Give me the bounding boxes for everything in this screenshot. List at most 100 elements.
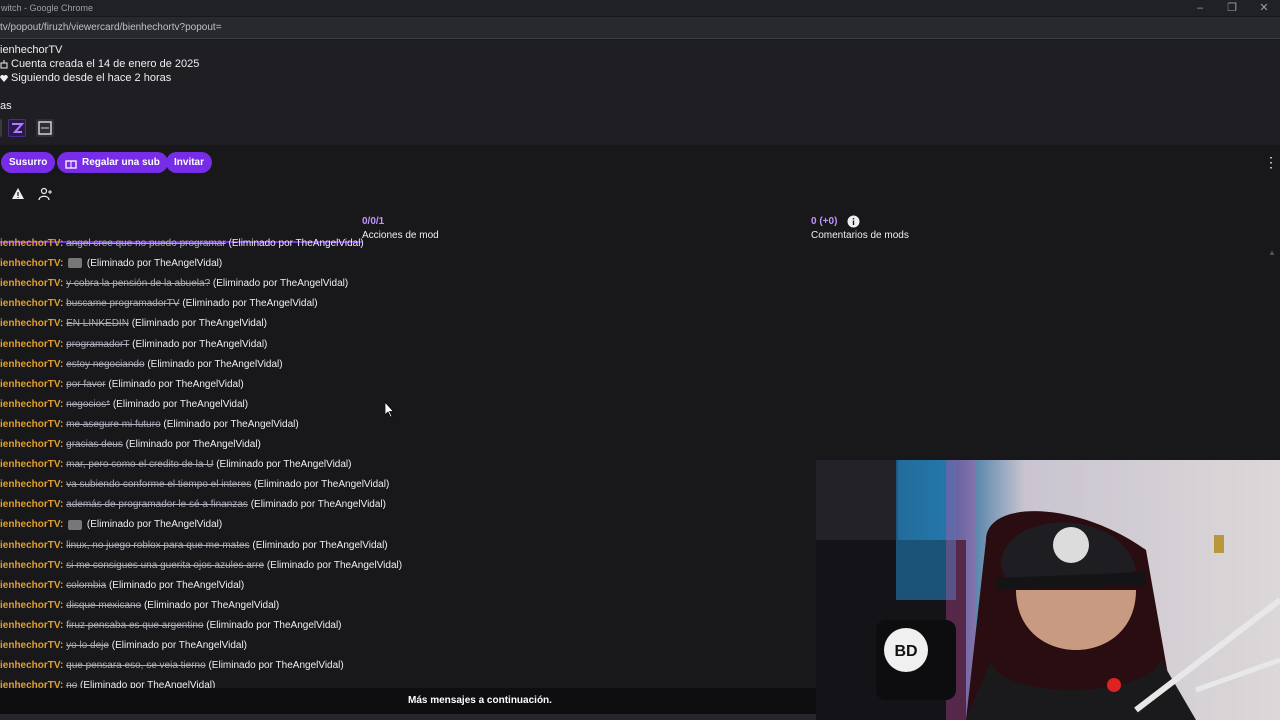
message-row[interactable]: ienhechorTV: por favor (Eliminado por Th… xyxy=(0,375,244,395)
message-username[interactable]: ienhechorTV: xyxy=(0,278,63,289)
chat-input-edge xyxy=(0,714,816,720)
deleted-by-tag: (Eliminado por TheAngelVidal) xyxy=(125,439,261,450)
viewer-username[interactable]: ienhechorTV xyxy=(0,44,62,56)
info-icon[interactable] xyxy=(847,215,860,228)
message-row[interactable]: ienhechorTV: linux, no juego roblox para… xyxy=(0,536,388,556)
badge-partial[interactable] xyxy=(0,119,2,137)
message-username[interactable]: ienhechorTV: xyxy=(0,459,63,470)
deleted-by-tag: (Eliminado por TheAngelVidal) xyxy=(143,599,280,611)
close-icon[interactable]: ✕ xyxy=(1248,0,1280,16)
svg-text:BD: BD xyxy=(894,643,917,660)
message-row[interactable]: ienhechorTV: negocios* (Eliminado por Th… xyxy=(0,395,248,415)
invite-button[interactable]: Invitar xyxy=(166,152,213,173)
badges-heading: as xyxy=(0,100,12,112)
message-username[interactable]: ienhechorTV: xyxy=(0,620,63,631)
message-row[interactable]: ienhechorTV: (Eliminado por TheAngelVida… xyxy=(0,515,222,535)
message-username[interactable]: ienhechorTV: xyxy=(0,660,63,671)
deleted-message-text: yo lo deje xyxy=(66,640,109,651)
message-username[interactable]: ienhechorTV: xyxy=(0,499,63,510)
message-row[interactable]: ienhechorTV: EN LINKEDIN (Eliminado por … xyxy=(0,314,267,334)
message-username[interactable]: ienhechorTV: xyxy=(0,580,63,591)
message-row[interactable]: ienhechorTV: que pensara eso, se veia ti… xyxy=(0,656,344,676)
restore-icon[interactable]: ❐ xyxy=(1216,0,1248,16)
deleted-message-text: disque mexicano xyxy=(66,599,142,611)
message-log[interactable]: ienhechorTV: angel cree que no puedo pro… xyxy=(0,236,816,720)
deleted-message-text: gracias deus xyxy=(66,439,123,450)
deleted-by-tag: (Eliminado por TheAngelVidal) xyxy=(208,660,344,672)
deleted-message-text: colombia xyxy=(66,579,107,591)
following-since-line: Siguiendo desde el hace 2 horas xyxy=(0,72,171,84)
message-username[interactable]: ienhechorTV: xyxy=(0,519,63,530)
message-row[interactable]: ienhechorTV: yo lo deje (Eliminado por T… xyxy=(0,636,247,656)
message-row[interactable]: ienhechorTV: buscame programadorTV (Elim… xyxy=(0,294,318,314)
bits-badge[interactable] xyxy=(36,119,54,137)
deleted-message-text: además de programador le sé a finanzas xyxy=(66,499,248,511)
minimize-icon[interactable]: – xyxy=(1184,0,1216,16)
message-row[interactable]: ienhechorTV: mar, pero como el credito d… xyxy=(0,455,351,475)
message-username[interactable]: ienhechorTV: xyxy=(0,318,63,329)
deleted-by-tag: (Eliminado por TheAngelVidal) xyxy=(182,298,318,310)
following-since-text: Siguiendo desde el hace 2 horas xyxy=(11,72,172,84)
message-row[interactable]: ienhechorTV: (Eliminado por TheAngelVida… xyxy=(0,254,222,274)
window-title: witch - Google Chrome xyxy=(0,0,1280,16)
deleted-by-tag: (Eliminado por TheAngelVidal) xyxy=(86,519,223,531)
message-row[interactable]: ienhechorTV: colombia (Eliminado por The… xyxy=(0,576,244,596)
message-username[interactable]: ienhechorTV: xyxy=(0,419,63,430)
deleted-message-text: angel cree que no puedo programar xyxy=(66,238,226,249)
deleted-message-text: programadorT xyxy=(66,338,130,350)
deleted-by-tag: (Eliminado por TheAngelVidal) xyxy=(111,640,247,651)
message-username[interactable]: ienhechorTV: xyxy=(0,540,63,551)
deleted-message-text: si me consigues una guerita ojos azules … xyxy=(66,559,265,571)
message-username[interactable]: ienhechorTV: xyxy=(0,298,63,309)
message-username[interactable]: ienhechorTV: xyxy=(0,339,63,350)
message-username[interactable]: ienhechorTV: xyxy=(0,359,63,370)
account-created-text: Cuenta creada el 14 de enero de 2025 xyxy=(11,58,200,70)
deleted-by-tag: (Eliminado por TheAngelVidal) xyxy=(250,499,386,511)
message-row[interactable]: ienhechorTV: y cobra la pensión de la ab… xyxy=(0,274,348,294)
deleted-by-tag: (Eliminado por TheAngelVidal) xyxy=(86,258,223,270)
message-row[interactable]: ienhechorTV: programadorT (Eliminado por… xyxy=(0,335,267,355)
emote-icon xyxy=(68,258,83,269)
channel-badge[interactable] xyxy=(8,119,26,137)
more-options-icon[interactable]: ⋮ xyxy=(1264,154,1278,170)
message-row[interactable]: ienhechorTV: estoy negociando (Eliminado… xyxy=(0,355,283,375)
message-username[interactable]: ienhechorTV: xyxy=(0,479,63,490)
message-username[interactable]: ienhechorTV: xyxy=(0,560,63,571)
deleted-by-tag: (Eliminado por TheAngelVidal) xyxy=(266,559,403,571)
address-bar[interactable]: tv/popout/firuzh/viewercard/bienhechortv… xyxy=(0,17,1280,39)
mod-comments-label: Comentarios de mods xyxy=(811,230,909,241)
message-row[interactable]: ienhechorTV: firuz pensaba es que argent… xyxy=(0,616,342,636)
badge-emblem-icon xyxy=(38,121,52,135)
deleted-by-tag: (Eliminado por TheAngelVidal) xyxy=(212,278,349,290)
deleted-by-tag: (Eliminado por TheAngelVidal) xyxy=(216,459,352,471)
message-username[interactable]: ienhechorTV: xyxy=(0,600,63,611)
warning-icon[interactable] xyxy=(11,187,25,201)
message-row[interactable]: ienhechorTV: me asegure mi futuro (Elimi… xyxy=(0,415,299,435)
message-username[interactable]: ienhechorTV: xyxy=(0,379,63,390)
deleted-by-tag: (Eliminado por TheAngelVidal) xyxy=(108,579,245,591)
deleted-by-tag: (Eliminado por TheAngelVidal) xyxy=(228,238,364,249)
message-row[interactable]: ienhechorTV: angel cree que no puedo pro… xyxy=(0,236,364,254)
message-row[interactable]: ienhechorTV: gracias deus (Eliminado por… xyxy=(0,435,261,455)
message-row[interactable]: ienhechorTV: va subiendo conforme el tie… xyxy=(0,475,389,495)
deleted-by-tag: (Eliminado por TheAngelVidal) xyxy=(206,619,342,631)
gift-sub-button[interactable]: Regalar una sub xyxy=(57,152,168,173)
deleted-by-tag: (Eliminado por TheAngelVidal) xyxy=(147,358,283,370)
viewer-card: ienhechorTV Cuenta creada el 14 de enero… xyxy=(0,40,1280,145)
message-username[interactable]: ienhechorTV: xyxy=(0,258,63,269)
message-username[interactable]: ienhechorTV: xyxy=(0,399,63,410)
message-username[interactable]: ienhechorTV: xyxy=(0,640,63,651)
streamer-webcam-image: BD xyxy=(816,460,1280,720)
mod-user-icon[interactable] xyxy=(38,187,52,201)
deleted-by-tag: (Eliminado por TheAngelVidal) xyxy=(252,539,388,551)
mod-actions-count: 0/0/1 xyxy=(362,216,385,227)
message-username[interactable]: ienhechorTV: xyxy=(0,439,63,450)
message-row[interactable]: ienhechorTV: disque mexicano (Eliminado … xyxy=(0,596,279,616)
message-username[interactable]: ienhechorTV: xyxy=(0,238,63,249)
message-row[interactable]: ienhechorTV: además de programador le sé… xyxy=(0,495,386,515)
more-messages-banner[interactable]: Más mensajes a continuación. xyxy=(0,688,816,714)
whisper-button[interactable]: Susurro xyxy=(1,152,56,173)
message-row[interactable]: ienhechorTV: si me consigues una guerita… xyxy=(0,556,402,576)
deleted-message-text: firuz pensaba es que argentino xyxy=(66,619,204,631)
scroll-up-icon[interactable]: ▲ xyxy=(1268,248,1276,257)
